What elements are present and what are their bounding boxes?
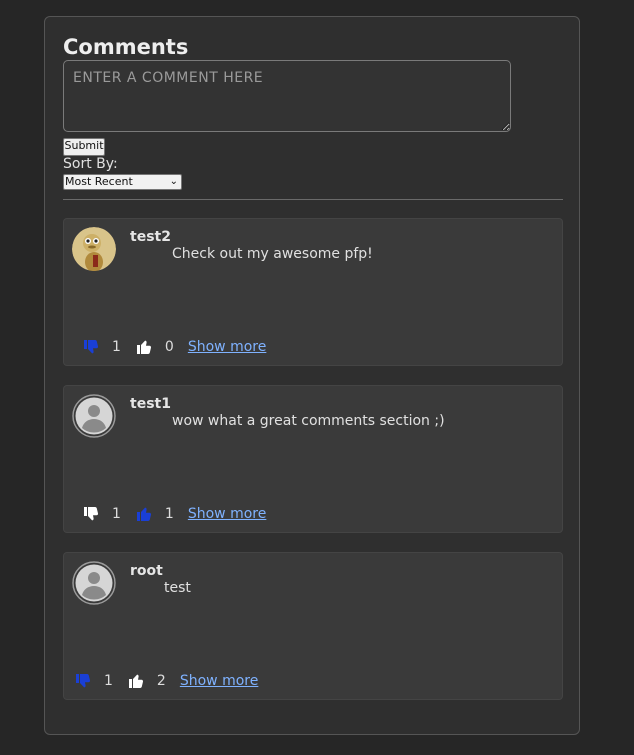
divider: [63, 199, 563, 200]
thumbs-down-icon[interactable]: [82, 338, 100, 356]
sort-select[interactable]: Most Recent ⌄: [63, 174, 182, 190]
dislike-count: 1: [112, 506, 121, 522]
comment-card: test1 wow what a great comments section …: [63, 385, 563, 533]
comment-actions: 1 1 Show more: [82, 505, 266, 523]
comment-username[interactable]: root: [130, 562, 163, 580]
comment-text: wow what a great comments section ;): [172, 413, 445, 429]
like-count: 2: [156, 673, 166, 689]
comment-input[interactable]: [63, 60, 511, 132]
dislike-count: 1: [104, 673, 113, 689]
default-user-icon: [72, 561, 116, 605]
like-count: 0: [164, 339, 174, 355]
comment-actions: 1 2 Show more: [74, 672, 258, 690]
submit-button[interactable]: Submit: [63, 138, 105, 156]
thumbs-down-icon[interactable]: [74, 672, 92, 690]
show-more-link[interactable]: Show more: [188, 506, 267, 522]
dislike-count: 1: [112, 339, 121, 355]
like-count: 1: [164, 506, 174, 522]
profile-picture-icon: [72, 227, 116, 271]
comments-panel: Comments Submit Sort By: Most Recent ⌄ t…: [44, 16, 580, 735]
avatar: [72, 394, 116, 438]
comment-username[interactable]: test2: [130, 228, 171, 246]
comment-text: Check out my awesome pfp!: [172, 246, 373, 262]
comment-actions: 1 0 Show more: [82, 338, 266, 356]
comment-card: test2 Check out my awesome pfp! 1 0 Show…: [63, 218, 563, 366]
avatar: [72, 227, 116, 271]
comment-username[interactable]: test1: [130, 395, 171, 413]
sort-label: Sort By:: [63, 156, 118, 172]
thumbs-up-icon[interactable]: [135, 338, 153, 356]
page-title: Comments: [63, 35, 189, 59]
default-user-icon: [72, 394, 116, 438]
thumbs-down-icon[interactable]: [82, 505, 100, 523]
thumbs-up-icon[interactable]: [127, 672, 145, 690]
chevron-down-icon: ⌄: [169, 176, 178, 187]
sort-selected-value: Most Recent: [65, 175, 133, 188]
thumbs-up-icon[interactable]: [135, 505, 153, 523]
comment-text: test: [164, 580, 191, 596]
show-more-link[interactable]: Show more: [188, 339, 267, 355]
comment-card: root test 1 2 Show more: [63, 552, 563, 700]
show-more-link[interactable]: Show more: [180, 673, 259, 689]
avatar: [72, 561, 116, 605]
